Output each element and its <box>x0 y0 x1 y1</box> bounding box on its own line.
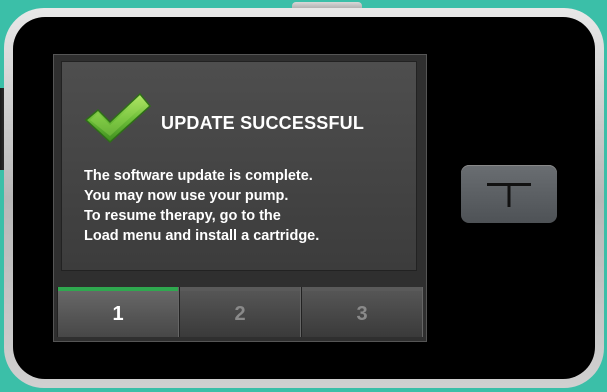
message-panel: UPDATE SUCCESSFUL The software update is… <box>61 61 417 271</box>
tab-indicator <box>302 287 422 291</box>
touch-screen: UPDATE SUCCESSFUL The software update is… <box>53 54 427 342</box>
dialog-message: The software update is complete. You may… <box>84 166 319 246</box>
tab-2[interactable]: 2 <box>179 287 301 337</box>
t-logo-icon <box>487 183 531 207</box>
message-line: You may now use your pump. <box>84 188 289 204</box>
checkmark-icon <box>84 92 152 144</box>
tab-indicator <box>180 287 300 291</box>
t-home-button[interactable] <box>461 165 557 223</box>
tab-label: 1 <box>112 302 124 325</box>
dialog-title: UPDATE SUCCESSFUL <box>161 113 365 133</box>
step-tabs: 1 2 3 <box>57 287 423 337</box>
tab-label: 3 <box>356 302 368 325</box>
tab-3[interactable]: 3 <box>301 287 423 337</box>
message-line: To resume therapy, go to the <box>84 208 281 224</box>
message-line: The software update is complete. <box>84 168 313 184</box>
tab-1[interactable]: 1 <box>57 287 179 337</box>
message-line: Load menu and install a cartridge. <box>84 228 320 244</box>
tab-label: 2 <box>234 302 246 325</box>
tab-indicator <box>58 287 178 291</box>
